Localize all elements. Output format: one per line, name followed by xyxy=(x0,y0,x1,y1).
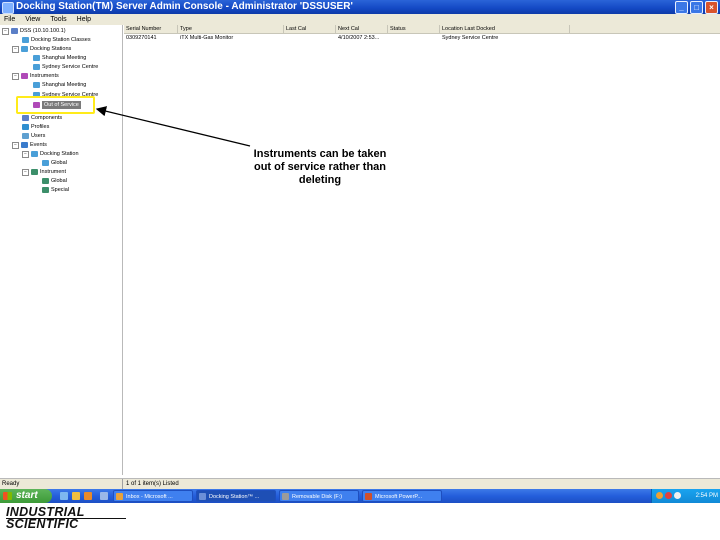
minimize-button[interactable]: _ xyxy=(675,1,688,14)
collapse-icon[interactable]: − xyxy=(12,72,19,80)
taskbar-app-powerpoint[interactable]: Microsoft PowerP... xyxy=(362,490,442,502)
collapse-icon[interactable]: − xyxy=(22,150,29,158)
quicklaunch-desktop-icon[interactable] xyxy=(60,492,68,500)
close-button[interactable]: × xyxy=(705,1,718,14)
volume-icon[interactable] xyxy=(674,492,681,499)
window-controls: _ □ × xyxy=(675,1,718,14)
cell-next-cal: 4/10/2007 2:53... xyxy=(338,35,380,41)
tree-node-root[interactable]: − DSS (10.10.100.1) xyxy=(2,27,66,35)
tree-node-ds-sydney[interactable]: Sydney Service Centre xyxy=(33,63,98,71)
outlook-icon xyxy=(116,493,123,500)
tree-node-ev-inst-special[interactable]: Special xyxy=(42,186,69,194)
docking-station-icon xyxy=(22,37,29,43)
column-last-cal[interactable]: Last Cal xyxy=(284,25,336,33)
tree-node-ev-inst-global[interactable]: Global xyxy=(42,177,67,185)
tree-node-profiles[interactable]: Profiles xyxy=(22,123,49,131)
quicklaunch-more-icon[interactable] xyxy=(100,492,108,500)
taskbar: start Inbox - Microsoft ... Docking Stat… xyxy=(0,489,720,503)
collapse-icon[interactable]: − xyxy=(12,141,19,149)
tree-node-docking-station-classes[interactable]: Docking Station Classes xyxy=(22,36,91,44)
cell-location-last-docked: Sydney Service Centre xyxy=(442,35,499,41)
list-header: Serial Number Type Last Cal Next Cal Sta… xyxy=(124,25,720,34)
window-title-bar[interactable]: Docking Station(TM) Server Admin Console… xyxy=(0,0,720,14)
start-button[interactable]: start xyxy=(0,489,52,503)
menu-view[interactable]: View xyxy=(25,14,40,25)
navigation-tree: − DSS (10.10.100.1) Docking Station Clas… xyxy=(0,25,123,475)
docking-station-icon xyxy=(21,46,28,52)
tree-node-events[interactable]: − Events xyxy=(12,141,47,149)
tree-node-components[interactable]: Components xyxy=(22,114,62,122)
windows-logo-icon xyxy=(3,492,12,500)
profile-icon xyxy=(22,124,29,130)
collapse-icon[interactable]: − xyxy=(2,27,9,35)
events-icon xyxy=(21,142,28,148)
docking-station-icon xyxy=(31,151,38,157)
gear-icon xyxy=(42,178,49,184)
cell-serial-number: 0309270141 xyxy=(126,35,157,41)
collapse-icon[interactable]: − xyxy=(22,168,29,176)
menu-help[interactable]: Help xyxy=(77,14,91,25)
cell-type: iTX Multi-Gas Monitor xyxy=(180,35,234,41)
system-tray: 2:54 PM xyxy=(651,489,720,503)
maximize-button[interactable]: □ xyxy=(690,1,703,14)
docking-station-icon xyxy=(33,64,40,70)
tree-node-ev-instrument[interactable]: − Instrument xyxy=(22,168,66,176)
table-row[interactable]: 0309270141 iTX Multi-Gas Monitor 4/10/20… xyxy=(124,34,720,42)
column-status[interactable]: Status xyxy=(388,25,440,33)
taskbar-app-removable-disk[interactable]: Removable Disk (F:) xyxy=(279,490,359,502)
collapse-icon[interactable]: − xyxy=(12,45,19,53)
callout-text: Instruments can be taken out of service … xyxy=(253,148,387,186)
tree-node-instruments[interactable]: − Instruments xyxy=(12,72,59,80)
instrument-icon xyxy=(21,73,28,79)
clock: 2:54 PM xyxy=(695,493,718,499)
gear-icon xyxy=(42,187,49,193)
logo-divider xyxy=(6,518,126,519)
app-icon xyxy=(2,2,14,14)
menu-tools[interactable]: Tools xyxy=(50,14,66,25)
status-bar: Ready 1 of 1 item(s) Listed xyxy=(0,478,720,489)
user-icon xyxy=(22,133,29,139)
location-icon xyxy=(33,82,40,88)
column-next-cal[interactable]: Next Cal xyxy=(336,25,388,33)
taskbar-app-inbox[interactable]: Inbox - Microsoft ... xyxy=(113,490,193,502)
tree-node-ds-shanghai[interactable]: Shanghai Meeting xyxy=(33,54,86,62)
tree-node-docking-stations[interactable]: − Docking Stations xyxy=(12,45,71,53)
column-serial-number[interactable]: Serial Number xyxy=(124,25,178,33)
quicklaunch-ie-icon[interactable] xyxy=(72,492,80,500)
column-location-last-docked[interactable]: Location Last Docked xyxy=(440,25,570,33)
tree-node-inst-shanghai[interactable]: Shanghai Meeting xyxy=(33,81,86,89)
tray-icon[interactable] xyxy=(656,492,663,499)
drive-icon xyxy=(282,493,289,500)
tree-node-users[interactable]: Users xyxy=(22,132,45,140)
powerpoint-icon xyxy=(365,493,372,500)
tree-node-ev-docking-station[interactable]: − Docking Station xyxy=(22,150,79,158)
instrument-icon xyxy=(31,169,38,175)
status-separator xyxy=(122,479,123,489)
menu-bar: File View Tools Help xyxy=(0,14,720,25)
server-icon xyxy=(11,28,18,34)
global-icon xyxy=(42,160,49,166)
docking-station-icon xyxy=(199,493,206,500)
taskbar-app-docking-station[interactable]: Docking Station™ ... xyxy=(196,490,276,502)
status-item-count: 1 of 1 item(s) Listed xyxy=(126,481,179,487)
tree-node-ev-ds-global[interactable]: Global xyxy=(42,159,67,167)
quicklaunch-outlook-icon[interactable] xyxy=(84,492,92,500)
column-type[interactable]: Type xyxy=(178,25,284,33)
highlight-box xyxy=(16,96,95,114)
status-left: Ready xyxy=(2,481,20,487)
docking-station-icon xyxy=(33,55,40,61)
components-icon xyxy=(22,115,29,121)
menu-file[interactable]: File xyxy=(4,14,15,25)
window-title: Docking Station(TM) Server Admin Console… xyxy=(16,1,353,12)
tray-icon[interactable] xyxy=(665,492,672,499)
